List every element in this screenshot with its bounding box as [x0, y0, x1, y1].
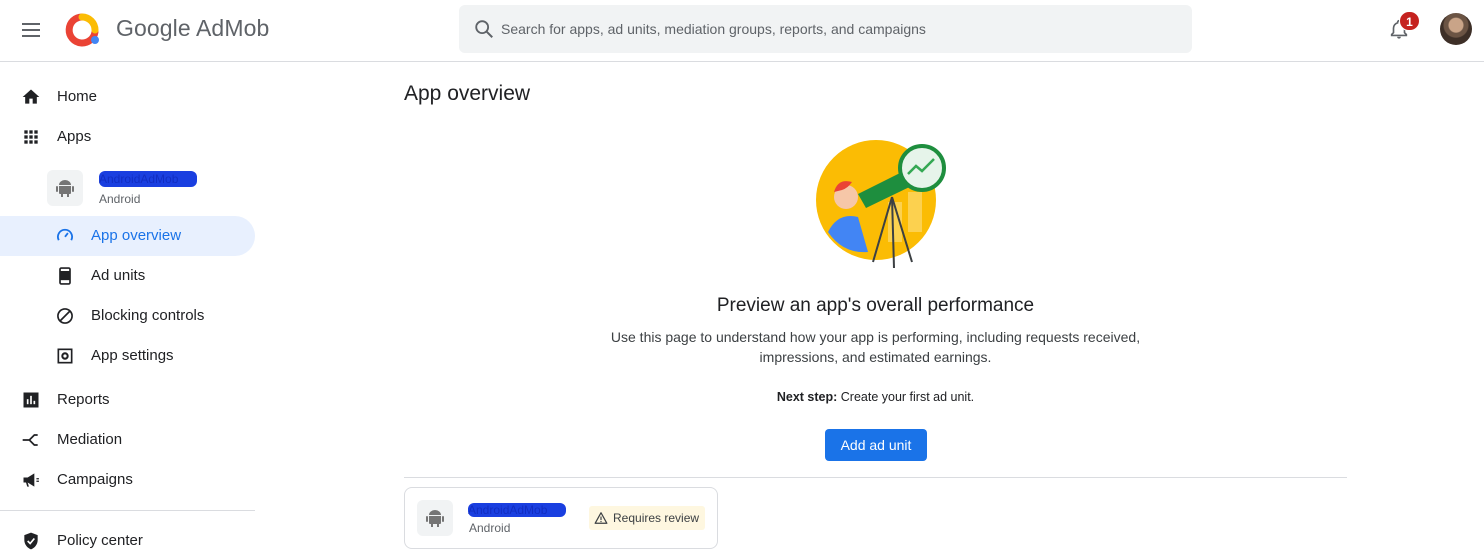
next-step-instruction: Create your first ad unit.	[837, 390, 975, 404]
android-icon	[426, 510, 444, 527]
app-platform: Android	[99, 192, 141, 206]
notification-badge: 1	[1399, 11, 1420, 31]
sidebar-item-label: App overview	[91, 227, 182, 244]
sidebar-item-label: Mediation	[57, 431, 123, 448]
sidebar-item-label: Policy center	[57, 532, 143, 549]
brand-name: Google AdMob	[116, 15, 270, 41]
content-divider	[404, 477, 1347, 478]
search-input[interactable]	[501, 5, 1181, 53]
status-badge[interactable]: Requires review	[589, 506, 706, 530]
empty-state-headline: Preview an app's overall performance	[716, 295, 1035, 316]
sidebar-item-label: Blocking controls	[91, 307, 205, 324]
avatar[interactable]	[1440, 13, 1472, 45]
app-name: AndroidAdMob	[99, 172, 179, 186]
telescope-illustration	[816, 140, 946, 269]
sidebar-divider	[0, 510, 255, 511]
sidebar-item-label: App settings	[91, 347, 174, 364]
search-bar[interactable]	[459, 5, 1192, 53]
sidebar: Home Apps AndroidAdMob Android App overv…	[0, 62, 270, 556]
warning-icon	[594, 512, 608, 524]
sidebar-app-entry[interactable]: AndroidAdMob Android	[47, 168, 247, 210]
page-title: App overview	[404, 82, 531, 105]
top-app-bar: Google AdMob 1	[0, 0, 1484, 62]
android-icon	[56, 180, 74, 197]
add-ad-unit-button[interactable]: Add ad unit	[825, 429, 927, 461]
apps-grid-icon	[24, 130, 38, 144]
app-thumbnail	[47, 170, 83, 206]
home-icon	[22, 89, 40, 104]
gauge-icon	[57, 228, 73, 241]
sidebar-item-label: Home	[57, 88, 98, 105]
status-badge-label: Requires review	[613, 511, 700, 525]
shield-icon	[24, 532, 38, 550]
next-step-label: Next step:	[776, 390, 838, 404]
mediation-icon	[22, 434, 38, 446]
bar-chart-icon	[23, 392, 39, 408]
block-icon	[57, 308, 73, 324]
app-card[interactable]: AndroidAdMob Android Requires review	[404, 487, 718, 549]
app-platform: Android	[469, 521, 511, 535]
sidebar-item-label: Campaigns	[57, 471, 133, 488]
admob-logo-icon[interactable]	[64, 12, 100, 48]
next-step-text: Next step: Create your first ad unit.	[404, 390, 1347, 404]
sidebar-item-app-overview[interactable]: App overview	[0, 216, 255, 256]
sidebar-item-label: Reports	[57, 391, 110, 408]
sidebar-item-label: Ad units	[91, 267, 146, 284]
settings-box-icon	[57, 348, 73, 364]
menu-icon[interactable]	[18, 17, 44, 43]
phone-icon	[59, 267, 71, 285]
app-name: AndroidAdMob	[468, 503, 548, 517]
search-icon	[475, 20, 493, 38]
app-thumbnail	[417, 500, 453, 536]
empty-state-description: Use this page to understand how your app…	[610, 329, 1141, 365]
megaphone-icon	[23, 473, 39, 487]
sidebar-item-label: Apps	[57, 128, 92, 145]
